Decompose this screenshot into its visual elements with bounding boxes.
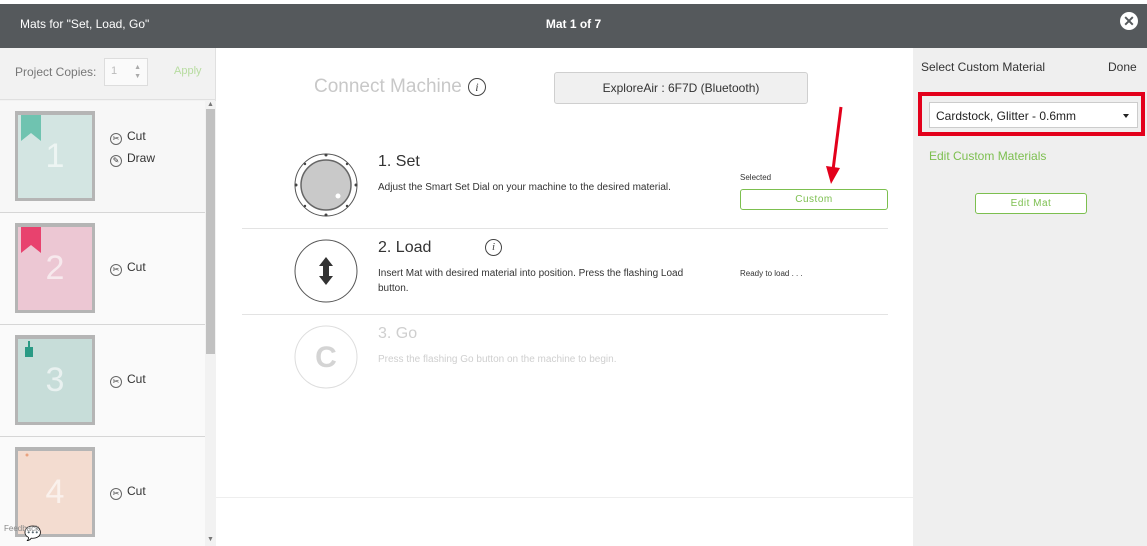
mat-item-2[interactable]: 2 ✂ Cut [0, 213, 205, 325]
info-icon[interactable]: i [467, 78, 486, 96]
mat-counter: Mat 1 of 7 [545, 17, 602, 31]
step-description: Insert Mat with desired material into po… [378, 268, 684, 294]
svg-text:C: C [315, 341, 337, 374]
scroll-up-icon[interactable]: ▲ [207, 101, 214, 108]
copies-spinner-icon[interactable]: ▲ ▼ [134, 63, 141, 81]
mat-number: 4 [45, 473, 65, 511]
mat-action-cut: ✂ Cut [110, 260, 146, 276]
connect-machine-label: Connect Machine [314, 76, 462, 97]
mat-list-panel: Project Copies: 1 ▲ ▼ Apply 1 ✂ Cut ✎ Draw … [0, 48, 216, 546]
feedback-link[interactable]: Feedback [4, 524, 39, 533]
go-cricut-icon: C [294, 325, 358, 389]
title-bar: Mats for "Set, Load, Go" Mat 1 of 7 ✕ [0, 0, 1147, 48]
mat-action-cut: ✂ Cut [110, 372, 146, 388]
mat-action-draw: ✎ Draw [110, 151, 155, 167]
load-arrows-icon [294, 239, 358, 303]
mat-item-3[interactable]: 3 ✂ Cut [0, 325, 205, 437]
mat-number: 1 [45, 137, 65, 175]
step-load: 2. Load i Insert Mat with desired materi… [242, 229, 888, 315]
custom-material-panel: Select Custom Material Done Cardstock, G… [913, 48, 1147, 546]
step-description: Press the flashing Go button on the mach… [378, 354, 617, 365]
mat-number: 2 [45, 249, 65, 287]
project-copies-bar: Project Copies: 1 ▲ ▼ Apply [0, 48, 216, 100]
step-go: C 3. Go Press the flashing Go button on … [242, 315, 888, 401]
highlight-box [918, 92, 1145, 136]
window-title: Mats for "Set, Load, Go" [20, 17, 150, 31]
mat-action-cut: ✂ Cut [110, 484, 146, 500]
pen-icon: ✎ [110, 155, 122, 167]
mat-thumbnail: 2 [15, 223, 95, 313]
main-panel: Connect Machine i ExploreAir : 6F7D (Blue… [216, 48, 913, 498]
project-copies-input[interactable]: 1 ▲ ▼ [104, 58, 148, 86]
apply-button[interactable]: Apply [174, 65, 202, 77]
blade-icon: ✂ [110, 488, 122, 500]
step-set: 1. Set Adjust the Smart Set Dial on your… [242, 143, 888, 229]
step-title: 3. Go [378, 325, 418, 342]
edit-custom-materials-link[interactable]: Edit Custom Materials [929, 149, 1046, 163]
scroll-thumb[interactable] [206, 109, 215, 354]
mat-list-scrollbar[interactable]: ▲ ▼ [205, 101, 216, 546]
mat-number: 3 [45, 361, 65, 399]
blade-icon: ✂ [110, 376, 122, 388]
custom-material-button[interactable]: Custom [740, 189, 888, 210]
step-status: Selected [740, 173, 772, 182]
step-title: 2. Load [378, 239, 432, 256]
mat-thumbnail: 1 [15, 111, 95, 201]
mat-item-1[interactable]: 1 ✂ Cut ✎ Draw [0, 101, 205, 213]
panel-title: Select Custom Material [921, 60, 1046, 74]
device-selector-button[interactable]: ExploreAir : 6F7D (Bluetooth) [554, 72, 808, 104]
project-copies-label: Project Copies: [15, 65, 97, 79]
blade-icon: ✂ [110, 133, 122, 145]
close-circle-icon[interactable]: ✕ [1120, 12, 1138, 30]
done-button[interactable]: Done [1108, 60, 1137, 74]
mat-thumbnail: 3 [15, 335, 95, 425]
project-copies-value: 1 [111, 65, 118, 77]
info-icon[interactable]: i [485, 239, 502, 256]
edit-mat-button[interactable]: Edit Mat [975, 193, 1087, 214]
blade-icon: ✂ [110, 264, 122, 276]
mat-action-cut: ✂ Cut [110, 129, 146, 145]
step-description: Adjust the Smart Set Dial on your machin… [378, 182, 671, 193]
step-status: Ready to load . . . [740, 269, 803, 278]
step-title: 1. Set [378, 153, 420, 170]
connect-machine-heading: Connect Machine i [314, 76, 486, 98]
scroll-down-icon[interactable]: ▼ [207, 536, 214, 543]
smart-set-dial-icon [294, 153, 358, 217]
mat-list: 1 ✂ Cut ✎ Draw 2 ✂ Cut 3 ✂ Cut 4 ✂ Cut [0, 101, 205, 546]
